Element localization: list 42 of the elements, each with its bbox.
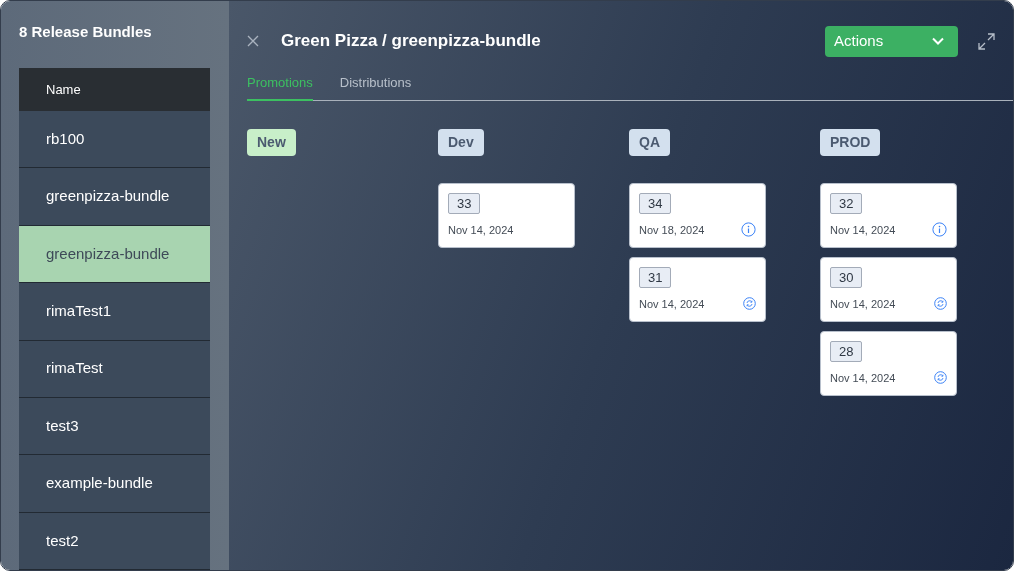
version-number: 33 <box>448 192 481 214</box>
version-card[interactable]: 34 Nov 18, 2024 <box>629 182 766 248</box>
bundle-row[interactable]: greenpizza-bundle <box>19 168 210 226</box>
version-date: Nov 14, 2024 <box>448 222 514 238</box>
version-card[interactable]: 31 Nov 14, 2024 <box>629 256 766 322</box>
version-date: Nov 18, 2024 <box>639 222 705 238</box>
stage-label: New <box>247 128 296 156</box>
stage-label: PROD <box>820 128 881 156</box>
bundle-row[interactable]: test3 <box>19 397 210 456</box>
version-number: 34 <box>639 192 672 214</box>
column-header: Name <box>19 67 210 111</box>
version-date: Nov 14, 2024 <box>830 222 896 238</box>
version-number: 31 <box>639 266 672 288</box>
info-icon[interactable] <box>932 222 947 238</box>
stage-label: Dev <box>438 128 484 156</box>
bundle-row[interactable]: greenpizza-bundle <box>19 225 210 284</box>
bundle-row[interactable]: example-bundle <box>19 455 210 513</box>
version-card[interactable]: 32 Nov 14, 2024 <box>820 182 957 248</box>
sync-icon[interactable] <box>934 371 947 385</box>
sidebar-title: 8 Release Bundles <box>19 22 153 42</box>
stage-label: QA <box>629 128 670 156</box>
bundle-row[interactable]: rb100 <box>19 111 210 169</box>
version-card[interactable]: 30 Nov 14, 2024 <box>820 256 957 322</box>
version-date: Nov 14, 2024 <box>830 370 896 386</box>
bundle-row[interactable]: rimaTest1 <box>19 283 210 341</box>
tab[interactable]: Distributions <box>339 73 412 101</box>
panel-title: Green Pizza / greenpizza-bundle <box>281 30 541 53</box>
version-number: 32 <box>830 192 863 214</box>
version-number: 30 <box>830 266 863 288</box>
version-number: 28 <box>830 340 863 362</box>
version-card[interactable]: 28 Nov 14, 2024 <box>820 330 957 396</box>
close-icon[interactable] <box>247 35 259 47</box>
bundle-row[interactable]: rimaTest <box>19 340 210 398</box>
version-date: Nov 14, 2024 <box>639 296 705 312</box>
info-icon[interactable] <box>741 222 756 238</box>
bundle-row[interactable]: test2 <box>19 512 210 570</box>
version-card[interactable]: 33 Nov 14, 2024 <box>438 182 575 248</box>
version-date: Nov 14, 2024 <box>830 296 896 312</box>
sync-icon[interactable] <box>934 297 947 311</box>
expand-icon[interactable] <box>978 32 995 50</box>
sync-icon[interactable] <box>743 297 756 311</box>
chevron-down-icon <box>932 37 944 45</box>
